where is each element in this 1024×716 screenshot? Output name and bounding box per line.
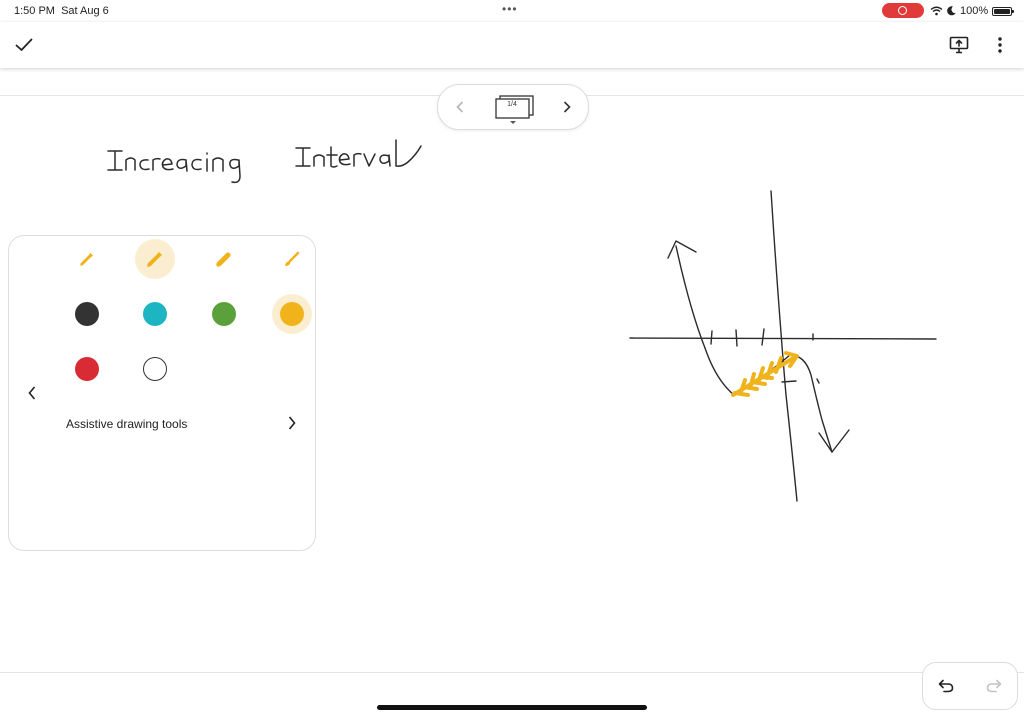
pen-fine-button[interactable] xyxy=(67,239,107,279)
swatch-teal xyxy=(143,302,167,326)
undo-button[interactable] xyxy=(934,674,958,698)
brush-button[interactable] xyxy=(272,239,312,279)
pages-overview-button[interactable]: 1/4 xyxy=(495,95,534,124)
moon-icon xyxy=(947,6,956,16)
present-button[interactable] xyxy=(944,30,974,60)
present-screen-icon xyxy=(949,36,969,54)
marker-icon xyxy=(215,252,231,268)
assistive-tools-open-button[interactable] xyxy=(280,411,304,435)
battery-icon xyxy=(992,6,1015,16)
more-vertical-icon xyxy=(998,37,1002,53)
color-green-button[interactable] xyxy=(204,294,244,334)
handwritten-title xyxy=(107,139,422,184)
pen-fine-icon xyxy=(80,253,93,266)
status-bar: 1:50 PM Sat Aug 6 ••• 100% xyxy=(0,0,1024,22)
y-axis xyxy=(770,190,798,502)
chevron-right-icon xyxy=(563,101,571,113)
page-indicator: 1/4 xyxy=(507,101,517,108)
ellipsis-icon[interactable]: ••• xyxy=(502,2,518,16)
swatch-black xyxy=(75,302,99,326)
undo-icon xyxy=(938,679,954,693)
swatch-red xyxy=(75,357,99,381)
wifi-icon xyxy=(930,6,943,16)
swatch-green xyxy=(212,302,236,326)
pages-icon xyxy=(495,95,534,124)
pen-medium-icon xyxy=(146,252,162,268)
pen-medium-button[interactable] xyxy=(135,239,175,279)
redo-button[interactable] xyxy=(982,674,1006,698)
bottom-divider xyxy=(0,672,1024,673)
chevron-right-icon xyxy=(288,416,296,430)
checkmark-icon xyxy=(15,38,33,51)
more-options-button[interactable] xyxy=(985,30,1015,60)
home-indicator[interactable] xyxy=(377,705,647,710)
color-red-button[interactable] xyxy=(67,349,107,389)
assistive-drawing-tools-label[interactable]: Assistive drawing tools xyxy=(66,417,187,431)
marker-button[interactable] xyxy=(204,239,244,279)
brush-icon xyxy=(285,251,300,266)
palette-back-button[interactable] xyxy=(20,381,44,405)
top-toolbar xyxy=(0,22,1024,68)
redo-icon xyxy=(986,679,1002,693)
color-yellow-button[interactable] xyxy=(272,294,312,334)
x-axis xyxy=(629,337,937,340)
battery-label: 100% xyxy=(960,5,989,17)
function-graph xyxy=(629,190,937,502)
pen-palette: Assistive drawing tools xyxy=(8,235,316,551)
screen-record-icon[interactable] xyxy=(882,3,924,18)
done-button[interactable] xyxy=(9,30,39,60)
color-black-button[interactable] xyxy=(67,294,107,334)
status-time: 1:50 PM Sat Aug 6 xyxy=(14,5,109,17)
swatch-white xyxy=(143,357,167,381)
highlight-stroke xyxy=(731,351,799,397)
curve xyxy=(675,245,833,453)
status-icons: 100% xyxy=(930,5,1015,17)
chevron-left-icon xyxy=(456,101,464,113)
swatch-yellow xyxy=(280,302,304,326)
color-teal-button[interactable] xyxy=(135,294,175,334)
color-white-button[interactable] xyxy=(135,349,175,389)
undo-redo-group xyxy=(922,662,1018,710)
next-page-button[interactable] xyxy=(555,95,579,119)
chevron-left-icon xyxy=(28,386,36,400)
previous-page-button[interactable] xyxy=(448,95,472,119)
page-navigator: 1/4 xyxy=(437,84,589,130)
